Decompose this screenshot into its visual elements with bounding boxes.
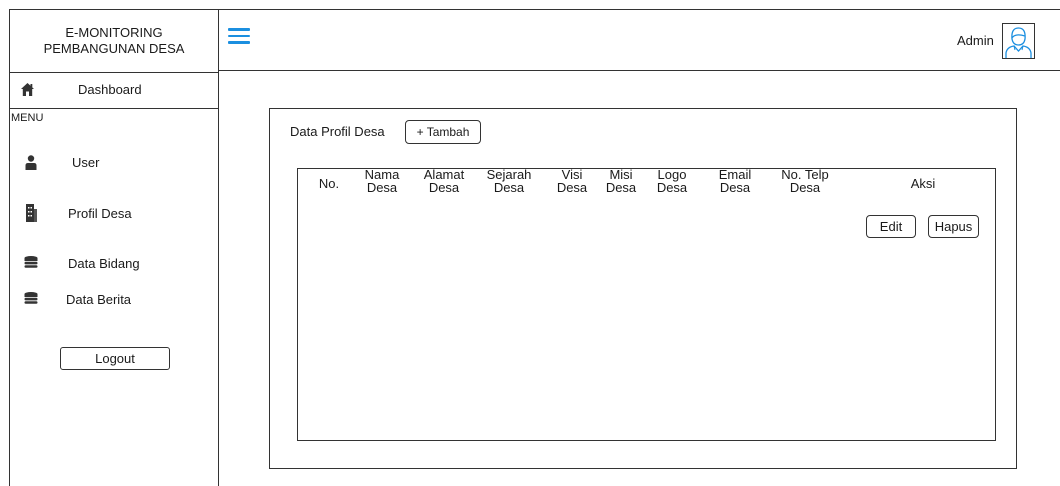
column-header-aksi: Aksi (910, 176, 936, 191)
avatar-icon (1005, 27, 1032, 58)
sidebar-item-label: Data Bidang (68, 256, 140, 271)
sidebar-item-label: Profil Desa (68, 206, 132, 221)
header-divider (219, 70, 1060, 71)
column-header-logo-desa: Logo Desa (656, 167, 688, 195)
header-top-border (219, 9, 1060, 10)
brand-line-1: E-MONITORING (65, 25, 163, 40)
sidebar-item-label: User (72, 155, 100, 170)
column-header-alamat-desa: Alamat Desa (423, 167, 465, 195)
database-icon (24, 292, 38, 304)
sidebar-item-dashboard[interactable]: Dashboard (10, 72, 218, 109)
page-title: Data Profil Desa (290, 124, 385, 139)
edit-button[interactable]: Edit (866, 215, 916, 238)
sidebar: E-MONITORING PEMBANGUNAN DESA Dashboard … (9, 9, 219, 486)
avatar[interactable] (1002, 23, 1035, 59)
data-table (297, 168, 996, 441)
sidebar-item-label: Data Berita (66, 292, 132, 307)
delete-button[interactable]: Hapus (928, 215, 979, 238)
logout-button[interactable]: Logout (60, 347, 170, 370)
menu-section-label: MENU (11, 112, 44, 124)
user-icon (25, 155, 37, 170)
column-header-sejarah-desa: Sejarah Desa (486, 167, 532, 195)
brand-title: E-MONITORING PEMBANGUNAN DESA (10, 10, 218, 73)
sidebar-item-user[interactable]: User (10, 148, 218, 178)
column-header-nama-desa: Nama Desa (364, 167, 400, 195)
sidebar-item-profil-desa[interactable]: Profil Desa (10, 198, 218, 228)
home-icon (21, 83, 34, 96)
add-button[interactable]: + Tambah (405, 120, 481, 144)
column-header-no-telp-desa: No. Telp Desa (781, 167, 829, 195)
column-header-no: No. (318, 176, 340, 191)
sidebar-item-data-berita[interactable]: Data Berita (10, 284, 218, 314)
database-icon (24, 256, 38, 268)
hamburger-icon[interactable] (228, 28, 250, 44)
sidebar-item-data-bidang[interactable]: Data Bidang (10, 248, 218, 278)
column-header-misi-desa: Misi Desa (605, 167, 637, 195)
sidebar-item-label: Dashboard (78, 82, 142, 97)
column-header-email-desa: Email Desa (718, 167, 752, 195)
building-icon (26, 204, 37, 222)
user-name: Admin (957, 33, 994, 48)
brand-line-2: PEMBANGUNAN DESA (43, 41, 185, 56)
column-header-visi-desa: Visi Desa (556, 167, 588, 195)
